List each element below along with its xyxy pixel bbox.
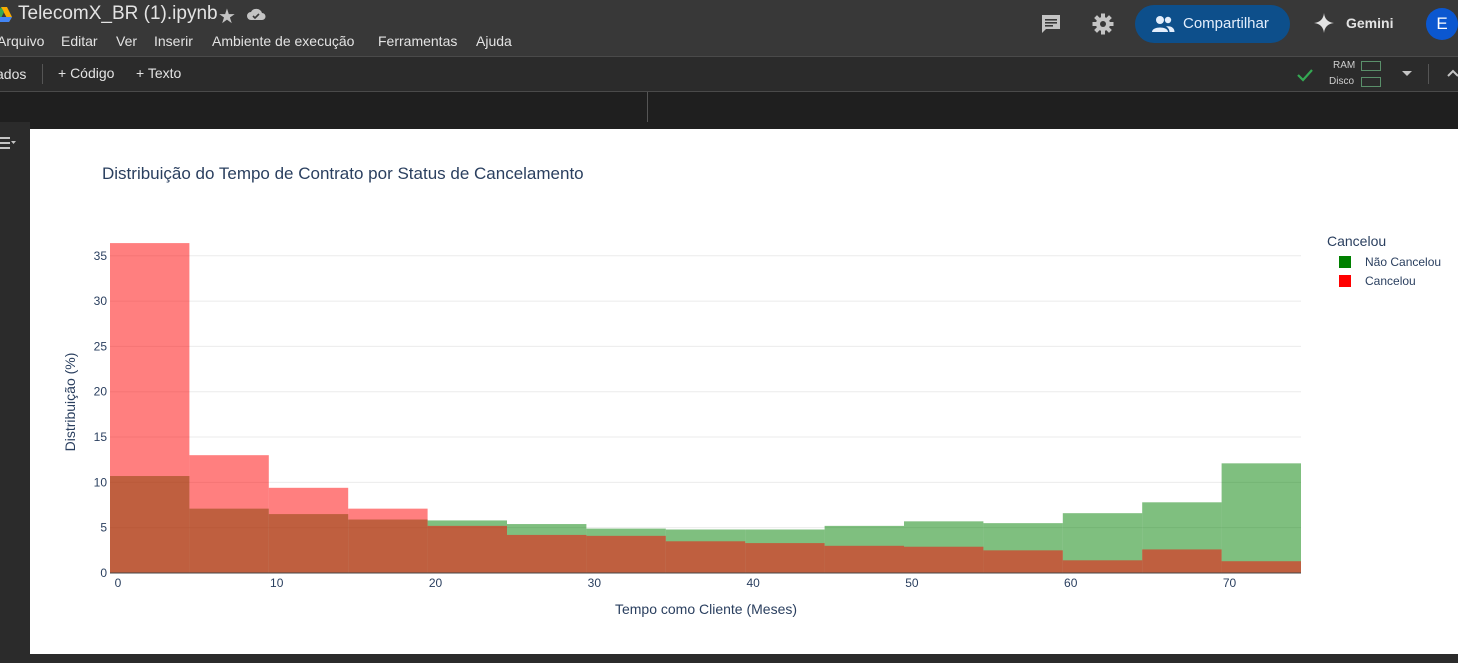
bar-cancelou: [110, 243, 190, 573]
legend-swatch-nao-cancelou[interactable]: [1339, 256, 1351, 268]
output-bottom-strip: [30, 654, 1458, 663]
menu-editar[interactable]: Editar: [61, 33, 98, 49]
people-icon: [1152, 16, 1175, 32]
x-tick-label: 40: [746, 576, 760, 590]
x-tick-label: 20: [429, 576, 443, 590]
bars-group: [110, 243, 1301, 573]
y-axis-label: Distribuição (%): [62, 353, 78, 452]
menu-ferramentas[interactable]: Ferramentas: [378, 33, 457, 49]
toolbar-truncated-label[interactable]: ados: [0, 66, 26, 82]
y-tick-label: 35: [94, 249, 108, 263]
menu-inserir[interactable]: Inserir: [154, 33, 193, 49]
legend: Cancelou Não Cancelou Cancelou: [1327, 233, 1441, 288]
bar-cancelou: [1221, 561, 1301, 573]
x-tick-label: 70: [1223, 576, 1237, 590]
notebook-title[interactable]: TelecomX_BR (1).ipynb: [18, 3, 218, 25]
share-label: Compartilhar: [1183, 15, 1269, 32]
star-icon[interactable]: ★: [218, 4, 236, 29]
menu-arquivo[interactable]: Arquivo: [0, 33, 44, 49]
disk-usage-bar[interactable]: [1361, 77, 1381, 87]
bar-cancelou: [824, 545, 904, 573]
legend-swatch-cancelou[interactable]: [1339, 275, 1351, 287]
share-button[interactable]: Compartilhar: [1135, 5, 1290, 43]
y-tick-label: 25: [94, 339, 108, 353]
bar-cancelou: [507, 534, 587, 573]
x-tick-label: 30: [588, 576, 602, 590]
x-tick-label: 50: [905, 576, 919, 590]
bar-cancelou: [983, 550, 1063, 573]
cell-divider: [647, 92, 648, 122]
y-tick-label: 20: [94, 385, 108, 399]
toolbar-divider: [42, 64, 43, 84]
gemini-button[interactable]: Gemini: [1312, 8, 1402, 38]
y-tick-label: 15: [94, 430, 108, 444]
bar-cancelou: [665, 541, 746, 573]
menu-ver[interactable]: Ver: [116, 33, 137, 49]
bar-cancelou: [189, 455, 269, 573]
toolbar-divider: [1428, 64, 1429, 84]
disk-label: Disco: [1329, 76, 1355, 87]
bar-cancelou: [1142, 549, 1222, 573]
bar-cancelou: [745, 543, 825, 573]
legend-label-cancelou[interactable]: Cancelou: [1365, 274, 1416, 288]
notebook-toolbar: ados + Código + Texto RAM Disco: [0, 56, 1458, 92]
output-options-icon[interactable]: [0, 134, 17, 152]
sparkle-icon: [1314, 13, 1334, 33]
ram-usage-bar[interactable]: [1361, 61, 1381, 71]
ram-label: RAM: [1333, 60, 1356, 71]
y-tick-label: 5: [100, 521, 107, 535]
bar-cancelou: [904, 546, 984, 573]
avatar[interactable]: E: [1426, 8, 1458, 40]
y-tick-label: 0: [100, 566, 107, 580]
legend-title: Cancelou: [1327, 233, 1386, 249]
cell-output: Distribuição do Tempo de Contrato por St…: [30, 129, 1458, 654]
cell-header-strip: [0, 92, 1458, 122]
bar-nao-cancelou: [1221, 463, 1301, 573]
x-tick-label: 0: [115, 576, 122, 590]
chevron-up-icon[interactable]: [1446, 67, 1458, 81]
bar-cancelou: [427, 525, 507, 573]
chart-title: Distribuição do Tempo de Contrato por St…: [102, 164, 584, 183]
drive-logo-icon: [0, 7, 12, 22]
x-tick-label: 10: [270, 576, 284, 590]
legend-label-nao-cancelou[interactable]: Não Cancelou: [1365, 255, 1441, 269]
cloud-icon[interactable]: [246, 6, 266, 22]
check-icon: [1297, 69, 1313, 82]
menu-ajuda[interactable]: Ajuda: [476, 33, 512, 49]
bar-cancelou: [1062, 560, 1143, 573]
comments-icon[interactable]: [1040, 13, 1062, 35]
cell-gutter: [0, 122, 30, 663]
chevron-down-icon[interactable]: [1400, 67, 1414, 81]
gemini-label: Gemini: [1346, 15, 1394, 31]
bar-cancelou: [586, 535, 666, 573]
y-tick-label: 30: [94, 294, 108, 308]
x-axis-label: Tempo como Cliente (Meses): [615, 601, 797, 617]
bar-cancelou: [268, 487, 349, 573]
title-bar: TelecomX_BR (1).ipynb ★ Arquivo Editar V…: [0, 0, 1458, 56]
histogram-chart: Distribuição do Tempo de Contrato por St…: [62, 164, 1441, 617]
gridlines: [110, 255, 1301, 529]
x-tick-label: 60: [1064, 576, 1078, 590]
y-tick-label: 10: [94, 475, 108, 489]
gear-icon[interactable]: [1091, 12, 1115, 36]
add-code-button[interactable]: + Código: [58, 65, 114, 81]
menu-ambiente-de-execucao[interactable]: Ambiente de execução: [212, 33, 354, 49]
add-text-button[interactable]: + Texto: [136, 65, 181, 81]
bar-cancelou: [348, 508, 428, 573]
